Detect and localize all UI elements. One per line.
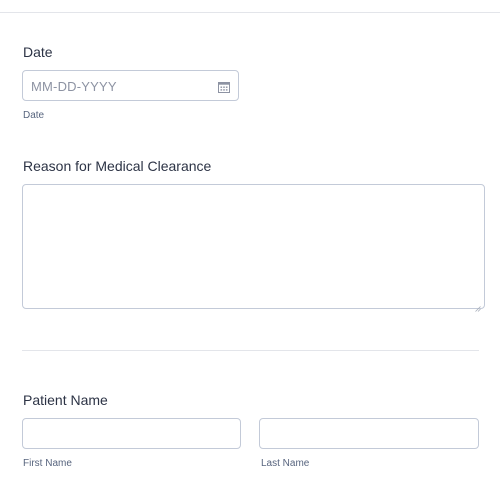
resize-handle-icon[interactable] [475,299,481,312]
calendar-icon[interactable] [218,80,230,93]
patient-name-label: Patient Name [23,392,108,408]
date-label: Date [23,44,53,60]
top-divider [0,12,500,13]
last-name-input[interactable] [259,418,479,449]
date-placeholder: MM-DD-YYYY [31,79,117,94]
first-name-sublabel: First Name [23,458,72,469]
date-input[interactable]: MM-DD-YYYY [22,70,239,101]
first-name-input[interactable] [22,418,241,449]
last-name-sublabel: Last Name [261,458,310,469]
section-divider [22,350,479,351]
date-sublabel: Date [23,110,45,121]
reason-textarea[interactable] [22,184,485,312]
reason-label: Reason for Medical Clearance [23,158,212,174]
